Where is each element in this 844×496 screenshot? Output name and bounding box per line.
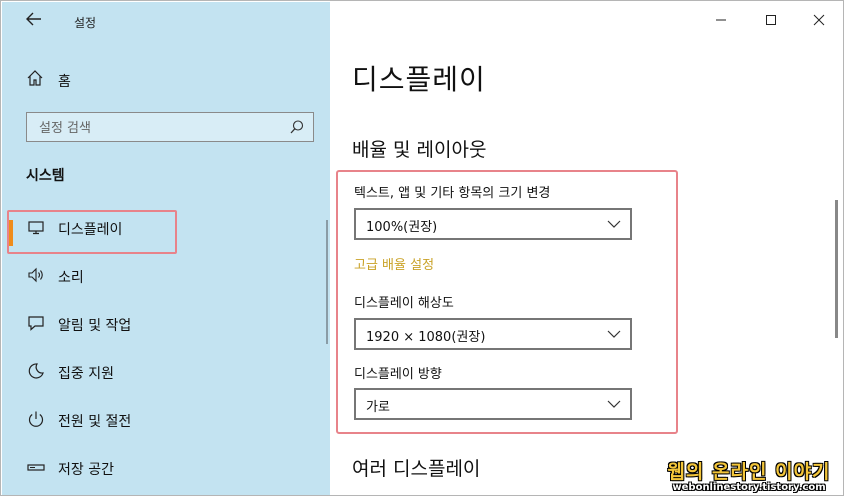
page-title: 디스플레이 <box>352 63 486 96</box>
chevron-down-icon <box>606 396 622 412</box>
dropdown-value: 100%(권장) <box>366 220 438 235</box>
main-content: 디스플레이 배율 및 레이아웃 텍스트, 앱 및 기타 항목의 크기 변경 10… <box>330 2 843 495</box>
back-arrow-icon <box>26 12 41 26</box>
minimize-button[interactable] <box>701 10 741 34</box>
power-icon <box>26 409 46 429</box>
chevron-down-icon <box>606 326 622 342</box>
sidebar-item-display[interactable]: 디스플레이 <box>2 210 330 254</box>
monitor-icon <box>26 217 46 237</box>
back-button[interactable] <box>20 10 48 34</box>
sidebar-item-focus-assist[interactable]: 집중 지원 <box>2 356 330 396</box>
section-heading-scale: 배율 및 레이아웃 <box>352 139 487 161</box>
minimize-icon <box>716 19 726 21</box>
scale-dropdown[interactable]: 100%(권장) <box>354 208 632 240</box>
resolution-dropdown[interactable]: 1920 × 1080(권장) <box>354 318 632 350</box>
watermark: 웹의 온라인 이야기 webonlinestory.tistory.com <box>661 457 837 493</box>
sidebar-item-label: 소리 <box>58 270 84 286</box>
orientation-dropdown[interactable]: 가로 <box>354 388 632 420</box>
sidebar-item-label: 전원 및 절전 <box>58 414 132 430</box>
advanced-scaling-link[interactable]: 고급 배율 설정 <box>354 254 434 273</box>
app-title: 설정 <box>74 16 97 30</box>
sidebar-item-sound[interactable]: 소리 <box>2 260 330 300</box>
moon-icon <box>26 361 46 381</box>
watermark-url: webonlinestory.tistory.com <box>672 482 826 493</box>
sidebar-item-label: 디스플레이 <box>58 222 123 238</box>
section-heading-multiple-displays: 여러 디스플레이 <box>352 458 481 480</box>
sidebar-item-storage[interactable]: 저장 공간 <box>2 452 330 492</box>
sidebar-item-label: 알림 및 작업 <box>58 318 132 334</box>
search-input[interactable] <box>39 119 279 137</box>
sidebar-item-notifications[interactable]: 알림 및 작업 <box>2 308 330 348</box>
sidebar-item-home[interactable]: 홈 <box>2 64 330 104</box>
search-box[interactable] <box>26 112 314 142</box>
section-label: 시스템 <box>26 168 65 184</box>
speaker-icon <box>26 265 46 285</box>
close-icon <box>813 14 825 26</box>
sidebar-scrollbar[interactable] <box>326 220 328 344</box>
sidebar-nav: 디스플레이 소리 알림 및 작업 집중 지원 전원 및 절전 저장 공간 <box>2 210 330 492</box>
settings-window: 설정 홈 시스템 디스플레이 <box>0 0 844 496</box>
main-scrollbar[interactable] <box>835 200 838 338</box>
sidebar-titlebar: 설정 <box>2 2 330 42</box>
chevron-down-icon <box>606 216 622 232</box>
notification-icon <box>26 313 46 333</box>
sidebar-item-label: 집중 지원 <box>58 366 114 382</box>
maximize-button[interactable] <box>751 10 791 34</box>
sidebar-item-label: 저장 공간 <box>58 462 114 478</box>
dropdown-value: 가로 <box>366 400 390 415</box>
maximize-icon <box>766 15 776 25</box>
home-icon <box>26 69 46 89</box>
resolution-label: 디스플레이 해상도 <box>354 296 454 311</box>
sidebar-item-label: 홈 <box>58 74 71 90</box>
active-indicator <box>9 220 13 246</box>
search-icon[interactable] <box>289 119 305 135</box>
orientation-label: 디스플레이 방향 <box>354 367 442 382</box>
scale-label: 텍스트, 앱 및 기타 항목의 크기 변경 <box>354 186 551 201</box>
close-button[interactable] <box>799 10 839 34</box>
storage-icon <box>26 457 46 477</box>
dropdown-value: 1920 × 1080(권장) <box>366 330 486 345</box>
sidebar: 설정 홈 시스템 디스플레이 <box>2 2 330 495</box>
sidebar-item-power[interactable]: 전원 및 절전 <box>2 404 330 444</box>
watermark-title: 웹의 온라인 이야기 <box>667 461 831 483</box>
